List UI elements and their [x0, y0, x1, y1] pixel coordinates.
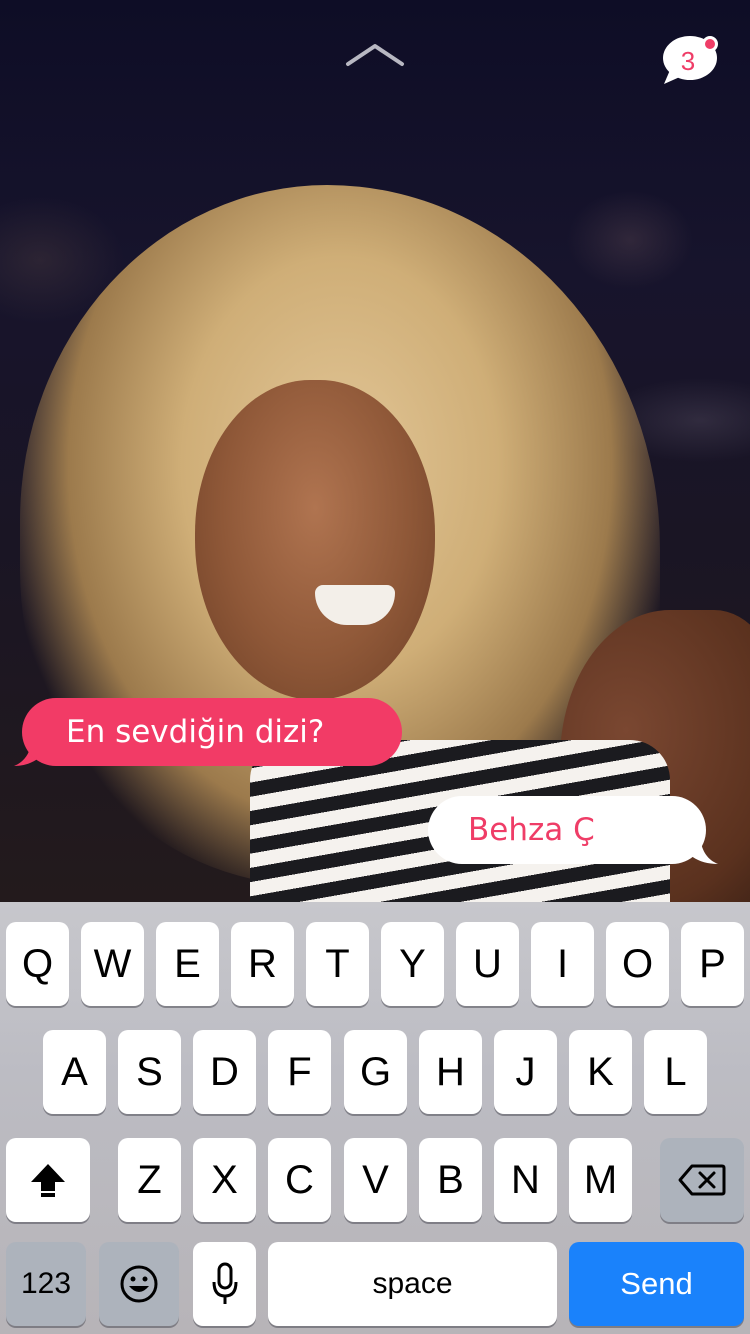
key-b[interactable]: B — [419, 1138, 482, 1222]
key-z[interactable]: Z — [118, 1138, 181, 1222]
key-o[interactable]: O — [606, 922, 669, 1006]
key-a[interactable]: A — [43, 1030, 106, 1114]
key-e[interactable]: E — [156, 922, 219, 1006]
shift-key[interactable] — [6, 1138, 90, 1222]
chevron-up-icon[interactable] — [344, 40, 406, 70]
key-i[interactable]: I — [531, 922, 594, 1006]
key-l[interactable]: L — [644, 1030, 707, 1114]
numbers-key[interactable]: 123 — [6, 1242, 86, 1326]
key-p[interactable]: P — [681, 922, 744, 1006]
answer-bubble[interactable]: Behza Ç — [428, 796, 706, 864]
profile-photo — [0, 0, 750, 902]
key-h[interactable]: H — [419, 1030, 482, 1114]
answer-text: Behza Ç — [468, 812, 595, 848]
send-button[interactable]: Send — [569, 1242, 744, 1326]
key-x[interactable]: X — [193, 1138, 256, 1222]
keyboard: Q W E R T Y U I O P A S D F G H J K L Z … — [0, 902, 750, 1334]
question-bubble: En sevdiğin dizi? — [22, 698, 402, 766]
shift-arrow-icon — [31, 1164, 65, 1197]
space-key[interactable]: space — [268, 1242, 557, 1326]
key-d[interactable]: D — [193, 1030, 256, 1114]
dictation-key[interactable] — [193, 1242, 256, 1326]
delete-key[interactable] — [660, 1138, 744, 1222]
key-v[interactable]: V — [344, 1138, 407, 1222]
backspace-icon — [678, 1164, 726, 1196]
emoji-icon — [120, 1265, 158, 1303]
key-k[interactable]: K — [569, 1030, 632, 1114]
photo-face — [195, 380, 435, 700]
key-q[interactable]: Q — [6, 922, 69, 1006]
key-y[interactable]: Y — [381, 922, 444, 1006]
notification-dot — [702, 36, 718, 52]
microphone-icon — [212, 1262, 237, 1304]
key-m[interactable]: M — [569, 1138, 632, 1222]
key-c[interactable]: C — [268, 1138, 331, 1222]
key-j[interactable]: J — [494, 1030, 557, 1114]
key-w[interactable]: W — [81, 922, 144, 1006]
key-t[interactable]: T — [306, 922, 369, 1006]
key-s[interactable]: S — [118, 1030, 181, 1114]
emoji-key[interactable] — [99, 1242, 179, 1326]
question-text: En sevdiğin dizi? — [66, 714, 325, 750]
key-f[interactable]: F — [268, 1030, 331, 1114]
key-u[interactable]: U — [456, 922, 519, 1006]
key-r[interactable]: R — [231, 922, 294, 1006]
key-g[interactable]: G — [344, 1030, 407, 1114]
key-n[interactable]: N — [494, 1138, 557, 1222]
